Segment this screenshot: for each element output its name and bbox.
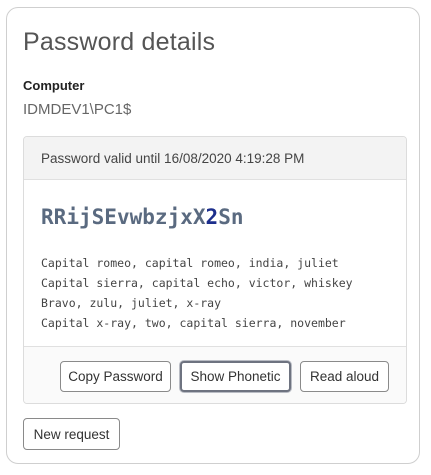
password-panel-footer: Copy Password Show Phonetic Read aloud (24, 346, 406, 403)
phonetic-list: Capital romeo, capital romeo, india, jul… (41, 253, 353, 333)
phonetic-line: Capital sierra, capital echo, victor, wh… (41, 276, 353, 290)
password-char: j (78, 205, 92, 229)
password-validity: Password valid until 16/08/2020 4:19:28 … (41, 151, 305, 166)
show-phonetic-button[interactable]: Show Phonetic (180, 361, 291, 392)
password-char: j (167, 205, 181, 229)
password-details-card: Password details Computer IDMDEV1\PC1$ P… (6, 7, 420, 464)
password-char: R (41, 205, 54, 229)
copy-password-button[interactable]: Copy Password (60, 361, 171, 392)
phonetic-line: Capital x-ray, two, capital sierra, nove… (41, 316, 346, 330)
password-char: x (180, 205, 193, 229)
password-char: X (192, 205, 206, 229)
password-char: w (129, 205, 143, 229)
read-aloud-button[interactable]: Read aloud (300, 361, 389, 392)
password-char: z (154, 205, 168, 229)
password-char: n (230, 205, 244, 229)
password-display: RRijSEvwbzjxX2Sn (41, 205, 244, 229)
password-char: E (104, 205, 117, 229)
phonetic-line: Capital romeo, capital romeo, india, jul… (41, 256, 339, 270)
phonetic-line: Bravo, zulu, juliet, x-ray (41, 296, 222, 310)
password-char: S (91, 205, 105, 229)
password-char: S (218, 205, 231, 229)
password-char: R (53, 205, 67, 229)
new-request-button[interactable]: New request (23, 418, 120, 450)
password-panel: Password valid until 16/08/2020 4:19:28 … (23, 136, 407, 404)
computer-label: Computer (23, 78, 85, 93)
password-panel-header: Password valid until 16/08/2020 4:19:28 … (24, 137, 406, 180)
password-char: 2 (205, 205, 219, 229)
password-char: v (116, 205, 130, 229)
page-title: Password details (23, 28, 216, 56)
password-char: b (142, 205, 155, 229)
password-char: i (66, 205, 79, 229)
computer-value: IDMDEV1\PC1$ (23, 101, 132, 118)
